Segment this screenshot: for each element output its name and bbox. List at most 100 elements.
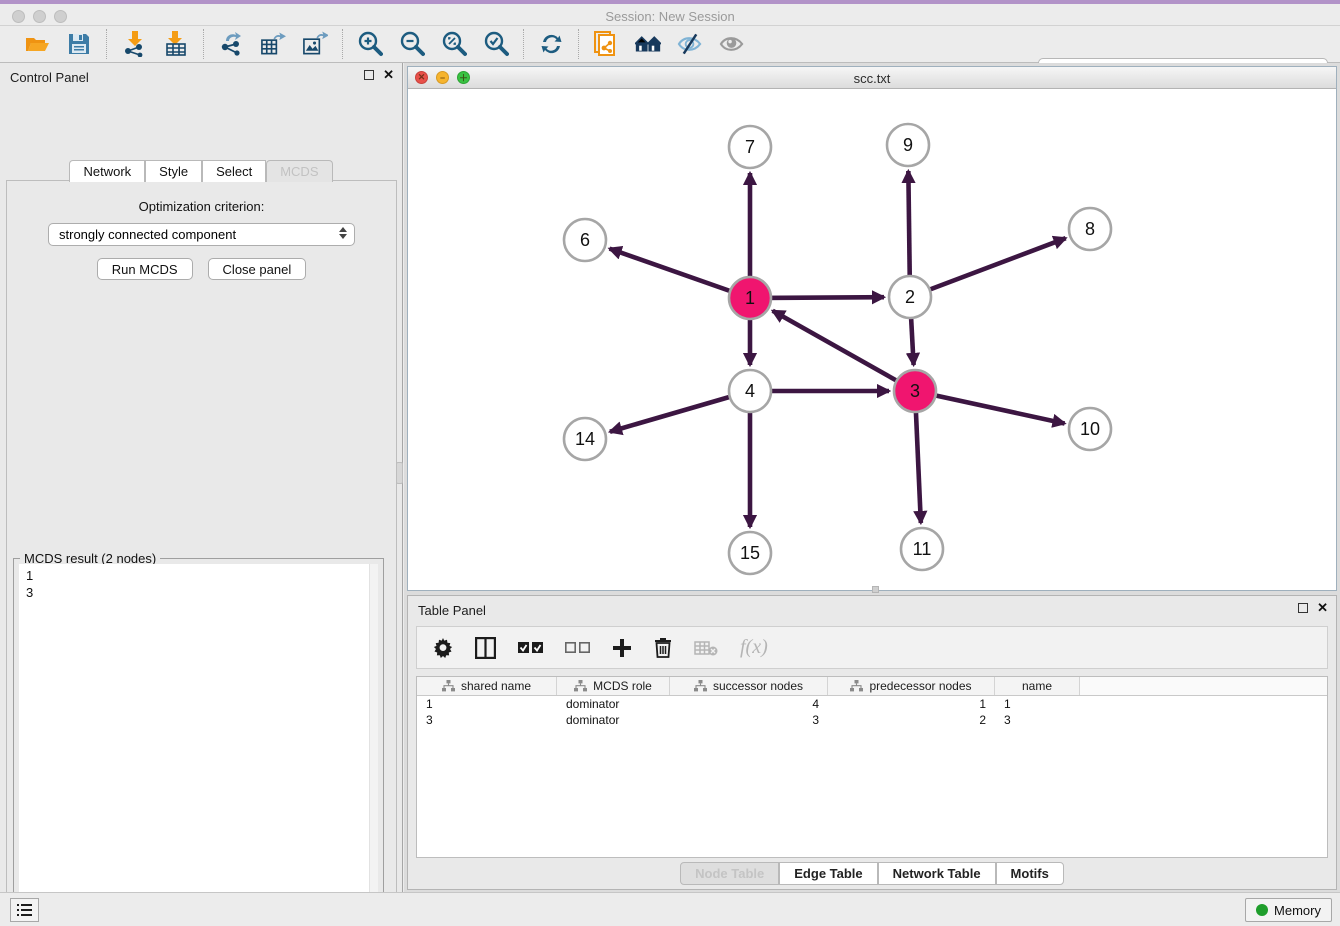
memory-label: Memory xyxy=(1274,903,1321,918)
cell-name: 1 xyxy=(995,696,1080,712)
mcds-result-list[interactable]: 13 xyxy=(19,564,378,926)
zoom-out-icon[interactable] xyxy=(399,31,425,57)
float-table-panel-icon[interactable] xyxy=(1298,603,1308,613)
clone-network-icon[interactable] xyxy=(593,31,619,57)
column-header-shared-name[interactable]: shared name xyxy=(417,677,557,695)
zoom-in-icon[interactable] xyxy=(357,31,383,57)
edge-1-6[interactable] xyxy=(610,249,750,298)
control-panel-title: Control Panel xyxy=(10,70,89,85)
memory-button[interactable]: Memory xyxy=(1245,898,1332,922)
table-header-row: shared name MCDS role successor nodes prede… xyxy=(417,677,1327,696)
table-row[interactable]: 1dominator411 xyxy=(417,696,1327,712)
control-panel: Control Panel ✕ NetworkStyleSelectMCDS O… xyxy=(0,63,403,892)
column-type-icon xyxy=(694,680,707,692)
node-label-1: 1 xyxy=(745,288,755,308)
cell-MCDS-role: dominator xyxy=(557,696,670,712)
node-label-9: 9 xyxy=(903,135,913,155)
titlebar: Session: New Session xyxy=(0,0,1340,26)
panel-splitter-handle[interactable] xyxy=(396,462,403,484)
edge-3-10[interactable] xyxy=(915,391,1065,423)
function-builder-icon-disabled: f(x) xyxy=(740,636,768,659)
cell-MCDS-role: dominator xyxy=(557,712,670,728)
edge-2-8[interactable] xyxy=(910,238,1066,297)
network-graph[interactable]: 7968124314101511 xyxy=(408,89,1336,590)
workspace: ✕ − ＋ scc.txt 7968124314101511 xyxy=(404,63,1340,892)
mcds-tab-content: Optimization criterion: strongly connect… xyxy=(6,180,397,926)
frame-resize-handle[interactable] xyxy=(872,586,879,593)
select-stepper-icon xyxy=(339,227,347,239)
zoom-selected-icon[interactable] xyxy=(483,31,509,57)
zoom-fit-icon[interactable] xyxy=(441,31,467,57)
network-frame-title: scc.txt xyxy=(408,71,1336,86)
export-table-icon[interactable] xyxy=(260,31,286,57)
tab-motifs[interactable]: Motifs xyxy=(996,862,1064,885)
table-row[interactable]: 3dominator323 xyxy=(417,712,1327,728)
refresh-icon[interactable] xyxy=(538,31,564,57)
tab-network[interactable]: Network xyxy=(69,160,145,182)
network-frame-titlebar[interactable]: ✕ − ＋ scc.txt xyxy=(408,67,1336,89)
tab-edge-table[interactable]: Edge Table xyxy=(779,862,877,885)
select-all-checkboxes-icon[interactable] xyxy=(518,642,543,654)
node-label-3: 3 xyxy=(910,381,920,401)
export-image-icon[interactable] xyxy=(302,31,328,57)
table-settings-gear-icon[interactable] xyxy=(433,638,453,658)
memory-status-dot xyxy=(1256,904,1268,916)
delete-column-trash-icon[interactable] xyxy=(654,637,672,658)
mcds-result-group: MCDS result (2 nodes) 13 xyxy=(13,558,384,926)
deselect-all-checkboxes-icon[interactable] xyxy=(565,642,590,654)
column-header-predecessor-nodes[interactable]: predecessor nodes xyxy=(828,677,995,695)
cell-successor-nodes: 3 xyxy=(670,712,828,728)
tab-node-table[interactable]: Node Table xyxy=(680,862,779,885)
cell-predecessor-nodes: 2 xyxy=(828,712,995,728)
column-header-successor-nodes[interactable]: successor nodes xyxy=(670,677,828,695)
close-panel-icon[interactable]: ✕ xyxy=(383,70,394,80)
float-panel-icon[interactable] xyxy=(364,70,374,80)
node-label-10: 10 xyxy=(1080,419,1100,439)
import-network-icon[interactable] xyxy=(121,31,147,57)
split-columns-icon[interactable] xyxy=(475,637,496,659)
table-toolbar: f(x) xyxy=(416,626,1328,669)
save-session-icon[interactable] xyxy=(66,31,92,57)
import-table-icon[interactable] xyxy=(163,31,189,57)
control-panel-tabs: NetworkStyleSelectMCDS xyxy=(0,160,402,182)
tab-style[interactable]: Style xyxy=(145,160,202,182)
column-header-filler xyxy=(1080,677,1327,695)
network-canvas[interactable]: 7968124314101511 xyxy=(408,89,1336,590)
network-view-frame: ✕ − ＋ scc.txt 7968124314101511 xyxy=(407,66,1337,591)
node-label-4: 4 xyxy=(745,381,755,401)
cell-shared-name: 1 xyxy=(417,696,557,712)
close-panel-button[interactable]: Close panel xyxy=(208,258,307,280)
node-label-7: 7 xyxy=(745,137,755,157)
table-tabs: Node TableEdge TableNetwork TableMotifs xyxy=(408,862,1336,885)
column-header-MCDS-role[interactable]: MCDS role xyxy=(557,677,670,695)
column-header-label: MCDS role xyxy=(593,679,652,693)
column-header-label: successor nodes xyxy=(713,679,803,693)
tab-select[interactable]: Select xyxy=(202,160,266,182)
cell-shared-name: 3 xyxy=(417,712,557,728)
node-table: shared name MCDS role successor nodes prede… xyxy=(416,676,1328,858)
column-header-name[interactable]: name xyxy=(995,677,1080,695)
column-type-icon xyxy=(850,680,863,692)
result-item: 1 xyxy=(26,567,378,584)
hide-selected-eye-icon[interactable] xyxy=(677,31,703,57)
cell-name: 3 xyxy=(995,712,1080,728)
create-view-icon[interactable] xyxy=(635,31,661,57)
close-table-panel-icon[interactable]: ✕ xyxy=(1317,603,1328,613)
delete-table-icon-disabled xyxy=(694,640,718,656)
add-column-icon[interactable] xyxy=(612,638,632,658)
tab-network-table[interactable]: Network Table xyxy=(878,862,996,885)
column-header-label: predecessor nodes xyxy=(869,679,971,693)
cell-predecessor-nodes: 1 xyxy=(828,696,995,712)
run-mcds-button[interactable]: Run MCDS xyxy=(97,258,193,280)
open-file-icon[interactable] xyxy=(24,31,50,57)
task-history-button[interactable] xyxy=(10,898,39,922)
application-window: Session: New Session xyxy=(0,0,1340,926)
table-panel-title: Table Panel xyxy=(418,603,486,618)
export-network-icon[interactable] xyxy=(218,31,244,57)
node-label-8: 8 xyxy=(1085,219,1095,239)
edge-3-1[interactable] xyxy=(773,311,915,391)
result-scrollbar[interactable] xyxy=(369,564,378,926)
criterion-select[interactable]: strongly connected component xyxy=(48,223,355,246)
tab-mcds[interactable]: MCDS xyxy=(266,160,332,182)
column-type-icon xyxy=(442,680,455,692)
